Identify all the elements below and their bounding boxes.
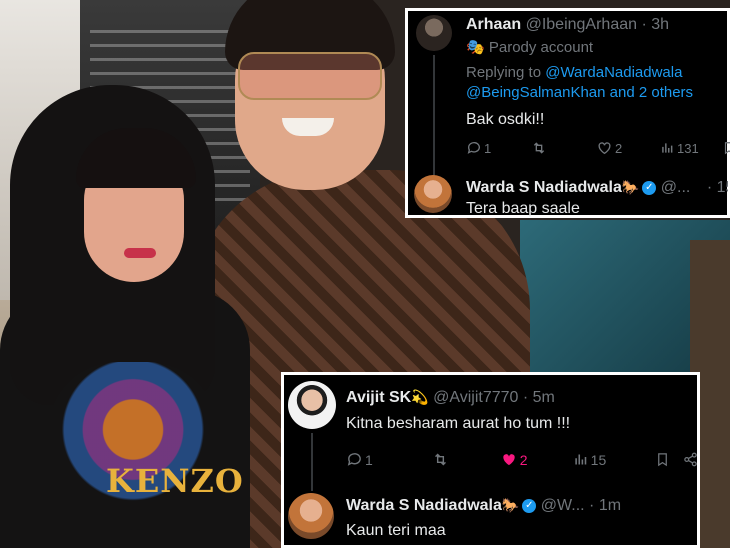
reply-text: Tera baap saale <box>466 200 580 217</box>
tweet-text: Bak osdki!! <box>466 111 545 128</box>
share-icon <box>684 452 697 467</box>
retweet-icon <box>434 453 446 466</box>
views-icon <box>662 143 673 153</box>
user-handle[interactable]: @Avijit7770 <box>433 389 518 406</box>
share-button[interactable] <box>683 451 698 468</box>
bookmark-icon <box>724 142 730 155</box>
reply-button[interactable]: 1 <box>466 140 530 156</box>
sunglasses <box>238 52 382 100</box>
horse-emoji: 🐎 <box>501 497 520 513</box>
tweet-screenshot-top: Arhaan @IbeingArhaan · 3h 🎭 Parody accou… <box>405 8 730 218</box>
reply-time[interactable]: · 1m <box>589 497 621 514</box>
thread-line <box>433 55 435 177</box>
user-name[interactable]: Arhaan <box>466 16 521 33</box>
reply-avatar[interactable] <box>414 175 452 213</box>
horse-emoji: 🐎 <box>621 179 640 195</box>
views-count: 15 <box>590 451 607 468</box>
reply-time[interactable]: · 15 <box>707 179 728 196</box>
like-count: 2 <box>615 140 623 156</box>
tweet-text: Kitna besharam aurat ho tum !!! <box>346 415 571 432</box>
retweet-icon <box>533 142 545 154</box>
heart-icon-liked <box>503 454 515 466</box>
reply-user-name[interactable]: Warda S Nadiadwala <box>466 179 622 196</box>
heart-icon <box>598 142 611 155</box>
bookmark-button[interactable] <box>655 451 683 468</box>
bookmark-button[interactable] <box>722 140 730 156</box>
retweet-button[interactable] <box>431 451 500 468</box>
parody-label: 🎭 Parody account <box>466 38 593 58</box>
reply-count: 1 <box>484 140 492 156</box>
reply-button[interactable]: 1 <box>346 451 431 468</box>
user-avatar[interactable] <box>288 381 336 429</box>
user-name[interactable]: Avijit SK <box>346 389 411 406</box>
retweet-button[interactable] <box>530 140 596 156</box>
reply-icon <box>467 142 480 154</box>
views-icon <box>575 454 586 465</box>
like-button[interactable]: 2 <box>596 140 660 156</box>
bookmark-icon <box>658 453 668 467</box>
views-button[interactable]: 131 <box>660 140 722 156</box>
shirt-logo-text: KENZO <box>106 462 244 500</box>
mention-link[interactable]: @WardaNadiadwala <box>545 64 682 81</box>
mask-icon: 🎭 <box>466 39 485 56</box>
tweet-time[interactable]: · 3h <box>641 16 669 33</box>
views-button[interactable]: 15 <box>573 451 656 468</box>
reply-avatar[interactable] <box>288 493 334 539</box>
like-count: 2 <box>519 451 528 468</box>
tweet-screenshot-bottom: Avijit SK💫 @Avijit7770 · 5m Kitna beshar… <box>281 372 700 548</box>
reply-text: Kaun teri maa <box>346 522 446 539</box>
user-avatar[interactable] <box>416 15 452 51</box>
reply-count: 1 <box>365 451 373 468</box>
replying-prefix: Replying to <box>466 64 542 81</box>
verified-badge-icon: ✓ <box>642 180 657 195</box>
woman-lips <box>124 248 156 258</box>
mention-link-others[interactable]: @BeingSalmanKhan and 2 others <box>466 84 693 101</box>
thread-line <box>311 433 313 491</box>
reply-user-name[interactable]: Warda S Nadiadwala <box>346 497 502 514</box>
verified-badge-icon: ✓ <box>522 498 537 513</box>
like-button[interactable]: 2 <box>500 451 573 468</box>
dizzy-emoji: 💫 <box>411 389 429 405</box>
parody-label-text: Parody account <box>488 39 594 56</box>
views-count: 131 <box>677 140 699 156</box>
user-handle[interactable]: @IbeingArhaan <box>526 16 637 33</box>
replying-to: Replying to @WardaNadiadwala @BeingSalma… <box>466 63 728 103</box>
reply-user-handle[interactable]: @... <box>661 179 691 196</box>
reply-icon <box>347 453 361 466</box>
reply-user-handle[interactable]: @W... <box>541 497 585 514</box>
tweet-time[interactable]: · 5m <box>523 389 555 406</box>
